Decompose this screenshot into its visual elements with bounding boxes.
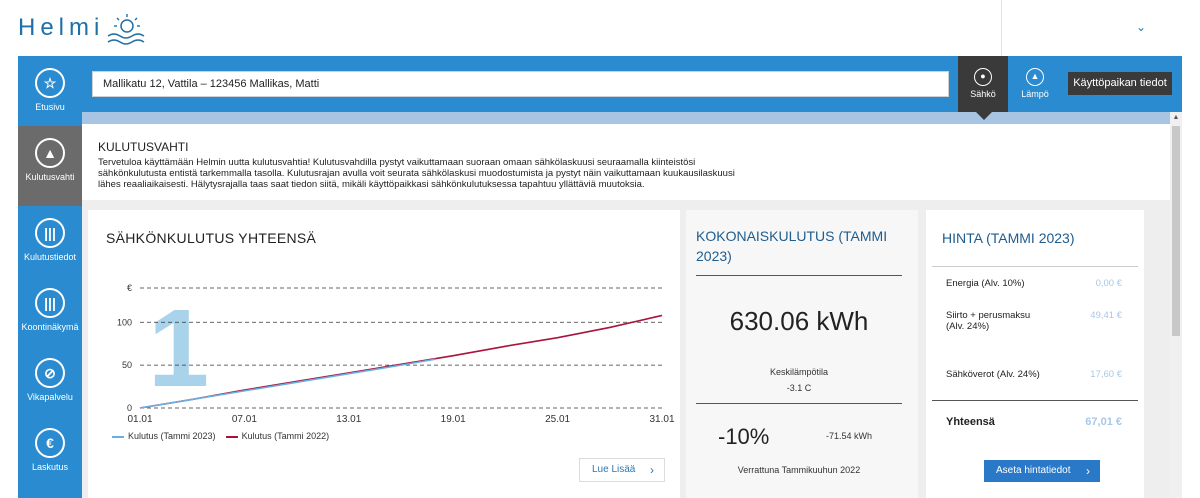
sub-bar bbox=[82, 112, 1182, 124]
sidebar-item-label: Etusivu bbox=[35, 102, 65, 112]
price-total-label: Yhteensä bbox=[946, 416, 995, 428]
plug-icon: ● bbox=[974, 68, 992, 86]
sidebar-item-label: Vikapalvelu bbox=[27, 392, 73, 402]
app-logo[interactable]: Helmi bbox=[18, 14, 104, 42]
heat-icon: ▲ bbox=[1026, 68, 1044, 86]
sidebar-item-etusivu[interactable]: ☆ Etusivu bbox=[18, 56, 82, 136]
sidebar-item-kulutusvahti[interactable]: ▲ Kulutusvahti bbox=[18, 126, 82, 206]
series-line-1 bbox=[139, 314, 663, 409]
total-consumption-value: 630.06 kWh bbox=[729, 306, 869, 336]
intro-line: lähes reaaliaikaisesti. Hälytysrajalla t… bbox=[98, 179, 645, 190]
divider bbox=[696, 275, 902, 276]
sidebar-item-label: Kulutustiedot bbox=[23, 252, 77, 262]
step-number: 1 bbox=[148, 287, 209, 410]
scroll-up-icon[interactable]: ▲ bbox=[1170, 112, 1182, 124]
sidebar: ☆ Etusivu ▲ Kulutusvahti ||| Kulutustied… bbox=[18, 56, 82, 498]
legend-label-2022: Kulutus (Tammi 2022) bbox=[241, 431, 330, 441]
x-tick-label: 25.01 bbox=[545, 414, 570, 425]
header-bar: Mallikatu 12, Vattila – 123456 Mallikas,… bbox=[82, 56, 1182, 112]
comparison-text: Verrattuna Tammikuuhun 2022 bbox=[737, 465, 861, 475]
address-field[interactable]: Mallikatu 12, Vattila – 123456 Mallikas,… bbox=[92, 71, 949, 97]
x-tick-label: 31.01 bbox=[649, 414, 674, 425]
set-price-info-button[interactable]: Aseta hintatiedot › bbox=[984, 460, 1100, 482]
avg-temperature-value: -3.1 C bbox=[786, 383, 812, 393]
avg-temperature-label: Keskilämpötila bbox=[769, 367, 829, 377]
y-tick-label: 50 bbox=[122, 360, 132, 370]
tab-sahko[interactable]: ● Sähkö bbox=[958, 56, 1008, 112]
no-power-icon: ⊘ bbox=[35, 358, 65, 388]
bar-chart-icon: ||| bbox=[35, 288, 65, 318]
chevron-down-icon[interactable]: ⌄ bbox=[1136, 20, 1146, 34]
divider bbox=[696, 403, 902, 404]
price-value: 17,60 € bbox=[1090, 369, 1122, 380]
read-more-label: Lue Lisää bbox=[592, 464, 636, 475]
x-tick-label: 13.01 bbox=[336, 414, 361, 425]
y-tick-label: 100 bbox=[117, 317, 132, 327]
price-value: 49,41 € bbox=[1090, 310, 1122, 321]
legend-swatch-2023 bbox=[112, 435, 124, 438]
sidebar-item-vikapalvelu[interactable]: ⊘ Vikapalvelu bbox=[18, 346, 82, 426]
price-value: 0,00 € bbox=[1095, 278, 1122, 289]
price-card: HINTA (TAMMI 2023) Energia (Alv. 10%) 0,… bbox=[926, 210, 1144, 498]
x-tick-label: 19.01 bbox=[441, 414, 466, 425]
y-tick-label: 0 bbox=[127, 403, 132, 413]
tab-label: Lämpö bbox=[1021, 89, 1049, 99]
y-tick-label: € bbox=[127, 283, 132, 293]
read-more-button[interactable]: Lue Lisää › bbox=[579, 458, 665, 482]
main-content: SÄHKÖNKULUTUS YHTEENSÄ 1 0 50 100 €01.01 07.0… bbox=[82, 200, 1170, 498]
usage-place-info-button[interactable]: Käyttöpaikan tiedot bbox=[1068, 72, 1172, 95]
price-title: HINTA (TAMMI 2023) bbox=[942, 230, 1075, 246]
sun-waves-icon bbox=[107, 14, 145, 45]
kpi-title: KOKONAISKULUTUS (TAMMI 2023) bbox=[696, 228, 888, 264]
change-percent: -10% bbox=[718, 424, 770, 449]
consumption-chart-card: SÄHKÖNKULUTUS YHTEENSÄ 1 0 50 100 €01.01 07.0… bbox=[88, 210, 680, 498]
sidebar-item-label: Laskutus bbox=[31, 462, 69, 472]
divider bbox=[932, 400, 1138, 401]
intro-text: Tervetuloa käyttämään Helmin uutta kulut… bbox=[98, 157, 803, 190]
intro-line: sähkönkulutusta entistä tarkemmalla taso… bbox=[98, 168, 735, 179]
consumption-chart: 1 0 50 100 €01.01 07.01 13.01 19.01 25.01 31.01 bbox=[117, 283, 675, 425]
intro-section: KULUTUSVAHTI Tervetuloa käyttämään Helmi… bbox=[82, 124, 1170, 200]
tab-lampo[interactable]: ▲ Lämpö bbox=[1010, 56, 1060, 112]
sidebar-item-koontinakyma[interactable]: ||| Koontinäkymä bbox=[18, 276, 82, 356]
intro-title: KULUTUSVAHTI bbox=[98, 140, 189, 154]
price-total-value: 67,01 € bbox=[1085, 416, 1122, 428]
active-tab-pointer bbox=[976, 112, 992, 120]
divider bbox=[932, 266, 1138, 267]
legend-swatch-2022 bbox=[225, 435, 238, 438]
sidebar-item-kulutustiedot[interactable]: ||| Kulutustiedot bbox=[18, 206, 82, 286]
bell-icon: ▲ bbox=[35, 138, 65, 168]
user-menu[interactable]: ⌄ bbox=[1001, 0, 1182, 56]
price-label: Energia (Alv. 10%) bbox=[946, 278, 1025, 289]
legend-label-2023: Kulutus (Tammi 2023) bbox=[128, 431, 216, 441]
chart-legend: Kulutus (Tammi 2023) Kulutus (Tammi 2022… bbox=[112, 431, 329, 441]
intro-line: Tervetuloa käyttämään Helmin uutta kulut… bbox=[98, 157, 696, 168]
x-tick-label: 01.01 bbox=[127, 414, 152, 425]
chevron-right-icon: › bbox=[650, 463, 654, 477]
euro-icon: € bbox=[35, 428, 65, 458]
top-bar: Helmi ⌄ bbox=[0, 0, 1200, 56]
star-icon: ☆ bbox=[35, 68, 65, 98]
change-kwh: -71.54 kWh bbox=[826, 431, 873, 441]
sidebar-item-laskutus[interactable]: € Laskutus bbox=[18, 416, 82, 496]
bar-chart-icon: ||| bbox=[35, 218, 65, 248]
sidebar-item-label: Koontinäkymä bbox=[21, 322, 79, 332]
price-label: Siirto + perusmaksu (Alv. 24%) bbox=[946, 310, 1031, 332]
tab-label: Sähkö bbox=[970, 89, 996, 99]
price-total-row: Yhteensä 67,01 € bbox=[946, 416, 1136, 428]
chevron-right-icon: › bbox=[1086, 464, 1090, 478]
total-consumption-card: KOKONAISKULUTUS (TAMMI 2023) 630.06 kWh … bbox=[686, 210, 918, 498]
set-price-info-label: Aseta hintatiedot bbox=[996, 465, 1071, 476]
price-label: Sähköverot (Alv. 24%) bbox=[946, 369, 1040, 380]
x-tick-label: 07.01 bbox=[232, 414, 257, 425]
scrollbar-thumb[interactable] bbox=[1172, 126, 1180, 336]
sidebar-item-label: Kulutusvahti bbox=[25, 172, 75, 182]
